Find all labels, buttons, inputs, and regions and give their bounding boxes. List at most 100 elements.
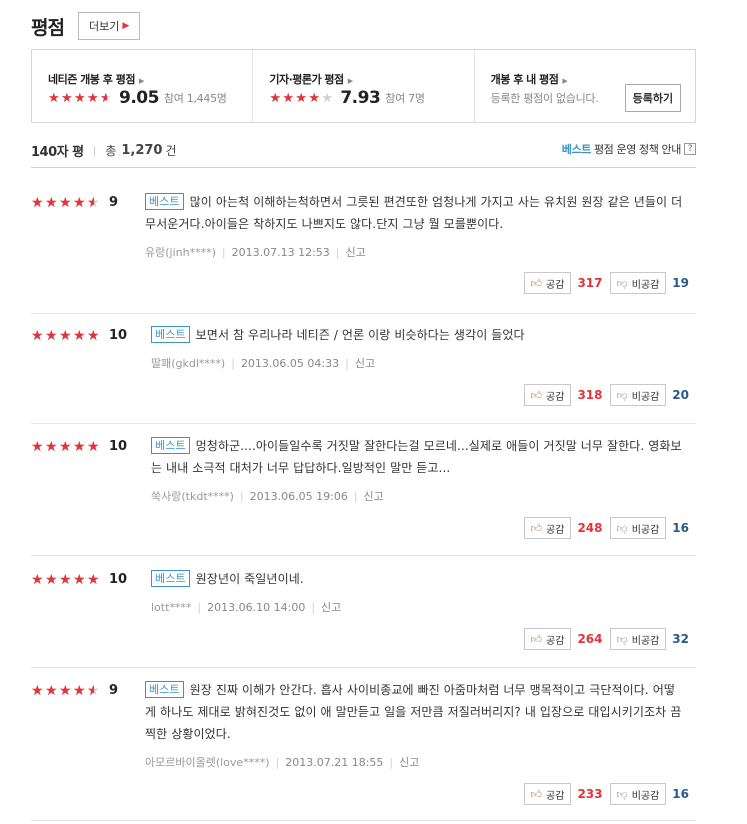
- divider: [31, 667, 696, 668]
- report-link[interactable]: 신고: [355, 357, 375, 370]
- thumbs-up-icon: 👍︎: [530, 632, 543, 646]
- chevron-right-icon: ▶: [122, 21, 130, 31]
- review-content: 많이 아는척 이해하는척하면서 그릇된 편견또한 엄청나게 가지고 사는 유치원…: [145, 195, 683, 231]
- report-link[interactable]: 신고: [399, 756, 419, 769]
- divider: |: [92, 144, 97, 157]
- like-button[interactable]: 👍︎ 공감: [523, 517, 572, 539]
- review-item: ★ ★ ★ ★ ★ ★ ★ ★ ★ ★ 10 베스트 원장년이 죽일년이네. lott**** | 20…: [31, 570, 696, 657]
- review-section-title: 140자 평: [31, 145, 84, 160]
- critic-score: 7.93: [340, 88, 381, 108]
- star-icon: ★★: [45, 327, 58, 344]
- star-icon: ★★: [87, 327, 100, 344]
- review-score: 9: [109, 683, 119, 698]
- help-icon[interactable]: ?: [684, 143, 696, 155]
- netizen-participants: 참여 1,445명: [163, 92, 227, 105]
- star-icon: ★★: [45, 438, 58, 455]
- dislike-button[interactable]: 👎︎ 비공감: [609, 272, 667, 294]
- star-icon: ★★: [73, 438, 86, 455]
- like-button[interactable]: 👍︎ 공감: [523, 384, 572, 406]
- dislike-button[interactable]: 👎︎ 비공감: [609, 783, 667, 805]
- star-icon: ★★: [31, 682, 44, 699]
- star-icon: ★★: [61, 90, 73, 106]
- best-badge: 베스트: [151, 326, 190, 343]
- like-count: 318: [577, 388, 603, 402]
- star-icon: ★★: [45, 194, 58, 211]
- dislike-count: 32: [672, 632, 689, 646]
- star-icon: ★★: [73, 327, 86, 344]
- like-count: 264: [577, 632, 603, 646]
- review-item: ★ ★ ★ ★ ★ ★ ★ ★ ★ ★ 9 베스트 많이 아는척 이해하는척하면서 그릇된 편견또한…: [31, 193, 696, 300]
- review-date: 2013.06.05 04:33: [240, 357, 340, 370]
- dislike-count: 16: [672, 787, 689, 801]
- thumbs-down-icon: 👎︎: [616, 632, 628, 646]
- review-text: 베스트 원장년이 죽일년이네.: [151, 568, 691, 590]
- my-rating-link[interactable]: 개봉 후 내 평점 ▶: [491, 71, 568, 87]
- vote-group: 👍︎ 공감 248 👎︎ 비공감 16: [523, 517, 696, 539]
- star-icon: ★★: [87, 194, 100, 211]
- netizen-rating-link[interactable]: 네티즌 개봉 후 평점 ▶: [48, 71, 144, 87]
- review-author: lott****: [151, 601, 192, 614]
- review-text: 베스트 멍청하군....아이들일수록 거짓말 잘한다는걸 모르네...실제로 애들…: [151, 435, 691, 479]
- star-icon: ★★: [74, 90, 86, 106]
- star-icon: ★★: [59, 194, 72, 211]
- review-author: 유랑(jinh****): [145, 246, 216, 259]
- thumbs-up-icon: 👍︎: [530, 276, 543, 290]
- vote-group: 👍︎ 공감 318 👎︎ 비공감 20: [523, 384, 696, 406]
- thumbs-up-icon: 👍︎: [530, 787, 543, 801]
- report-link[interactable]: 신고: [346, 246, 366, 259]
- star-icon: ★★: [59, 571, 72, 588]
- review-date: 2013.06.05 19:06: [249, 490, 348, 503]
- star-icon: ★★: [45, 571, 58, 588]
- review-star-rating: ★ ★ ★ ★ ★ ★ ★ ★ ★ ★: [31, 684, 101, 698]
- best-badge: 베스트: [145, 681, 184, 698]
- thumbs-down-icon: 👎︎: [616, 521, 628, 535]
- dislike-count: 19: [672, 276, 689, 290]
- review-date: 2013.07.21 18:55: [285, 756, 384, 769]
- more-button[interactable]: 더보기 ▶: [77, 12, 141, 40]
- star-icon: ★★: [308, 90, 320, 106]
- star-icon: ★★: [59, 438, 72, 455]
- like-button[interactable]: 👍︎ 공감: [523, 272, 572, 294]
- star-icon: ★★: [73, 571, 86, 588]
- dislike-count: 20: [672, 388, 689, 402]
- star-icon: ★★: [59, 327, 72, 344]
- review-meta: lott**** | 2013.06.10 14:00 | 신고: [151, 601, 342, 614]
- star-icon: ★★: [31, 194, 44, 211]
- total-count: 1,270: [121, 143, 163, 158]
- review-score: 10: [109, 572, 128, 587]
- review-star-rating: ★ ★ ★ ★ ★ ★ ★ ★ ★ ★: [31, 573, 101, 587]
- review-content: 보면서 참 우리나라 네티즌 / 언론 이랑 비슷하다는 생각이 들었다: [195, 328, 525, 342]
- netizen-star-rating: ★ ★ ★ ★ ★ ★ ★ ★ ★ ★: [48, 92, 113, 105]
- review-date: 2013.06.10 14:00: [207, 601, 306, 614]
- report-link[interactable]: 신고: [364, 490, 384, 503]
- register-button[interactable]: 등록하기: [624, 84, 682, 112]
- review-content: 원장 진짜 이해가 안간다. 흡사 사이비종교에 빠진 아줌마처럼 너무 맹목적…: [145, 683, 682, 741]
- triangle-right-icon: ▶: [562, 77, 568, 85]
- dislike-button[interactable]: 👎︎ 비공감: [609, 384, 667, 406]
- like-count: 248: [577, 521, 603, 535]
- best-badge: 베스트: [151, 437, 190, 454]
- netizen-rating-cell: 네티즌 개봉 후 평점 ▶ ★ ★ ★ ★ ★ ★ ★ ★ ★ ★ 9.05 참여 1,445명: [32, 50, 252, 122]
- star-icon: ★★: [87, 682, 100, 699]
- star-icon: ★★: [31, 438, 44, 455]
- review-text: 베스트 원장 진짜 이해가 안간다. 흡사 사이비종교에 빠진 아줌마처럼 너무 …: [145, 679, 685, 745]
- like-button[interactable]: 👍︎ 공감: [523, 783, 572, 805]
- critic-rating-link[interactable]: 기자·평론가 평점 ▶: [269, 71, 353, 87]
- star-icon: ★★: [31, 571, 44, 588]
- star-icon: ★★: [87, 438, 100, 455]
- report-link[interactable]: 신고: [321, 601, 341, 614]
- review-star-rating: ★ ★ ★ ★ ★ ★ ★ ★ ★ ★: [31, 440, 101, 454]
- like-button[interactable]: 👍︎ 공감: [523, 628, 572, 650]
- total-unit: 건: [165, 144, 177, 158]
- policy-link[interactable]: 베스트 평점 운영 정책 안내 ?: [562, 141, 696, 157]
- divider: [31, 555, 696, 556]
- dislike-button[interactable]: 👎︎ 비공감: [609, 517, 667, 539]
- policy-best-label: 베스트: [561, 143, 592, 156]
- star-icon: ★★: [282, 90, 294, 106]
- divider: [31, 167, 696, 168]
- like-count: 317: [577, 276, 603, 290]
- review-date: 2013.07.13 12:53: [231, 246, 330, 259]
- dislike-button[interactable]: 👎︎ 비공감: [609, 628, 667, 650]
- star-icon: ★★: [87, 90, 99, 106]
- thumbs-down-icon: 👎︎: [616, 276, 628, 290]
